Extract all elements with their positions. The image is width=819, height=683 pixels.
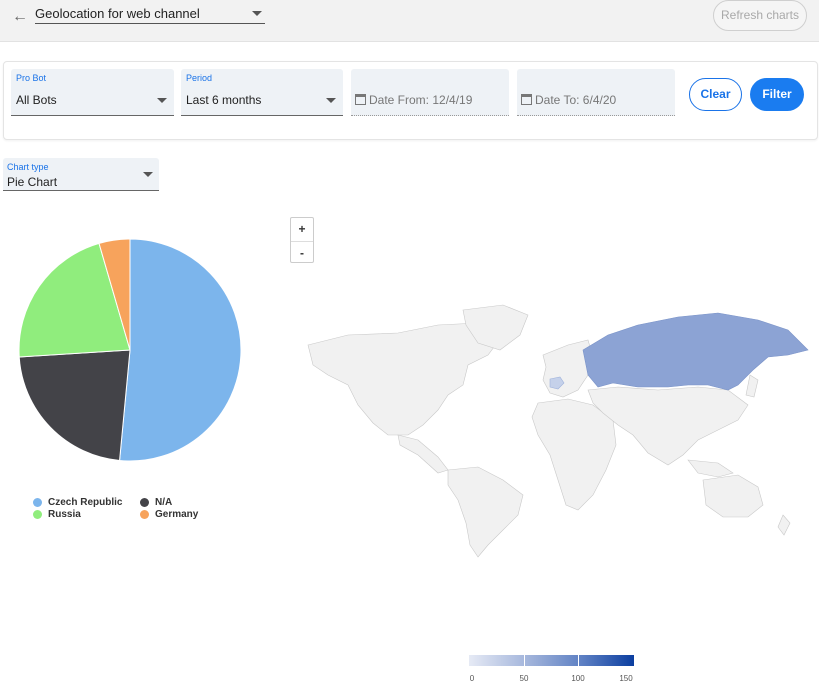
pie-slice-czech-republic[interactable]: [119, 238, 242, 462]
calendar-icon: [355, 94, 366, 105]
chevron-down-icon: [143, 172, 153, 177]
scale-label: 100: [571, 674, 585, 683]
bot-select[interactable]: Pro Bot All Bots: [11, 69, 174, 116]
russia-region[interactable]: [582, 312, 809, 391]
chart-legend: Czech Republic N/A Russia Germany: [33, 497, 233, 527]
africa-region: [531, 398, 617, 511]
top-bar: ← Geolocation for web channel Refresh ch…: [0, 0, 819, 42]
scale-label: 0: [469, 674, 475, 683]
central-america-region: [397, 434, 449, 474]
scale-label: 50: [519, 674, 529, 683]
period-select-value: Last 6 months: [186, 93, 262, 107]
new-zealand-region: [777, 514, 791, 536]
clear-button[interactable]: Clear: [689, 78, 742, 111]
southeast-asia-region: [687, 459, 734, 478]
chevron-down-icon: [157, 98, 167, 103]
map-zoom-control: + -: [290, 217, 314, 263]
legend-label: N/A: [155, 497, 173, 508]
legend-marker: [140, 498, 149, 507]
legend-label: Germany: [155, 509, 199, 520]
channel-select-value: Geolocation for web channel: [35, 6, 200, 21]
color-scale-bar: [469, 655, 634, 666]
chevron-down-icon: [326, 98, 336, 103]
legend-label: Czech Republic: [48, 497, 123, 508]
legend-marker: [33, 498, 42, 507]
chevron-down-icon: [252, 11, 262, 16]
legend-label: Russia: [48, 509, 81, 520]
legend-marker: [140, 510, 149, 519]
channel-select[interactable]: Geolocation for web channel: [35, 2, 265, 24]
world-map: [307, 304, 809, 558]
date-to-field[interactable]: Date To: 6/4/20: [517, 69, 675, 116]
period-select[interactable]: Period Last 6 months: [181, 69, 343, 116]
arrow-left-icon[interactable]: ←: [11, 8, 29, 26]
filter-button[interactable]: Filter: [750, 78, 804, 111]
calendar-icon: [521, 94, 532, 105]
north-america-region: [307, 322, 504, 436]
pie-slice-n-a[interactable]: [18, 349, 131, 462]
japan-region: [745, 374, 759, 398]
chart-type-select[interactable]: Chart type Pie Chart: [3, 158, 159, 191]
chart-type-label: Chart type: [7, 162, 49, 172]
date-from-text: Date From: 12/4/19: [369, 93, 473, 107]
australia-region: [702, 474, 764, 518]
bot-select-value: All Bots: [16, 93, 57, 107]
south-america-region: [447, 466, 524, 558]
period-select-label: Period: [186, 73, 213, 83]
bot-select-label: Pro Bot: [16, 73, 47, 83]
pie-chart: [18, 238, 242, 462]
zoom-in-button[interactable]: +: [291, 218, 313, 240]
scale-label: 150: [619, 674, 633, 683]
legend-marker: [33, 510, 42, 519]
zoom-out-button[interactable]: -: [291, 241, 313, 263]
chart-type-value: Pie Chart: [7, 175, 58, 189]
date-to-text: Date To: 6/4/20: [535, 93, 617, 107]
date-from-field[interactable]: Date From: 12/4/19: [351, 69, 509, 116]
refresh-charts-button[interactable]: Refresh charts: [713, 0, 807, 31]
filter-panel: Pro Bot All Bots Period Last 6 months Da…: [3, 61, 818, 140]
